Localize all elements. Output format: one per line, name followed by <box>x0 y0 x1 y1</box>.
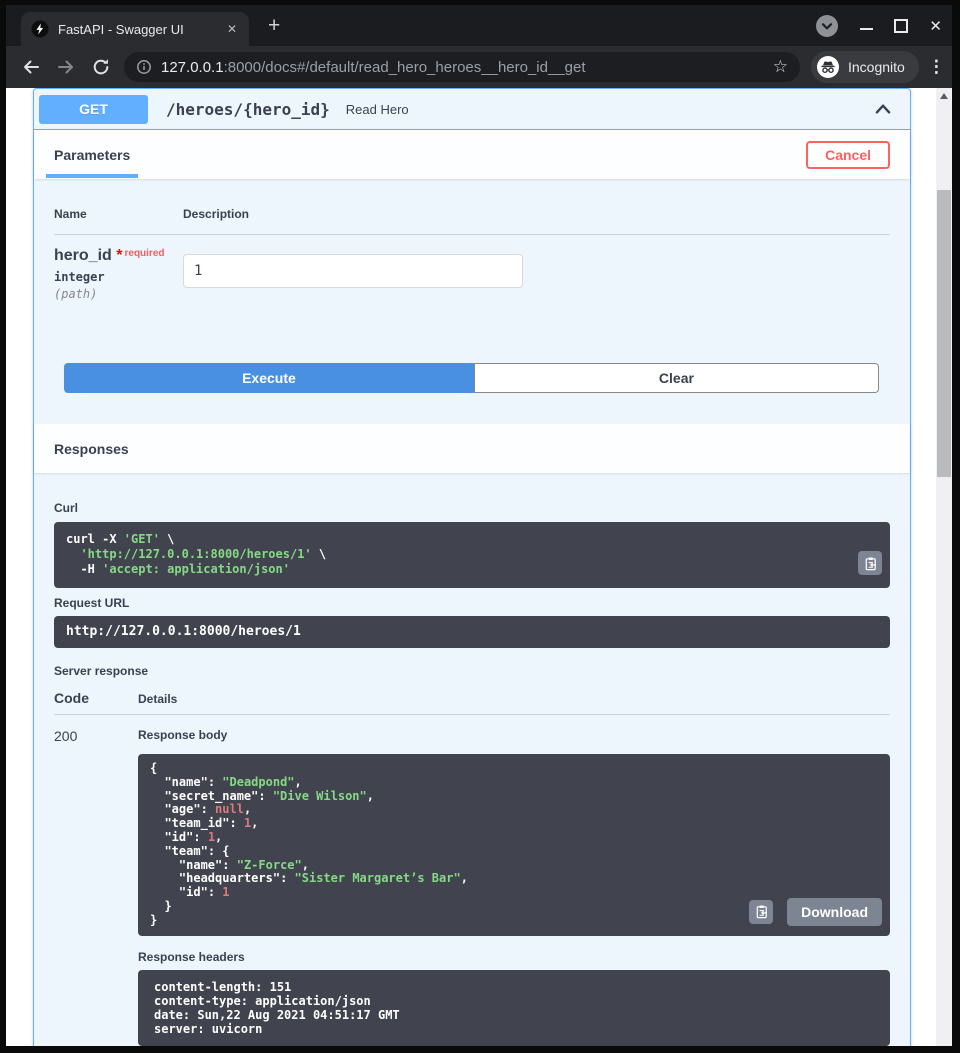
incognito-icon <box>816 55 840 79</box>
scrollbar-thumb[interactable] <box>937 190 951 477</box>
tab-close-icon[interactable]: ✕ <box>225 22 239 36</box>
maximize-icon[interactable] <box>894 19 908 33</box>
response-headers-label: Response headers <box>138 950 890 964</box>
tab-title: FastAPI - Swagger UI <box>58 22 225 37</box>
server-response-row: 200 Response body { "name": "Deadpond", … <box>54 715 890 1046</box>
collapse-chevron-icon[interactable] <box>872 98 894 120</box>
minimize-icon[interactable] <box>860 28 873 30</box>
column-header-details: Details <box>138 692 177 706</box>
parameter-type: integer <box>54 270 183 284</box>
required-label: required <box>124 248 164 259</box>
request-url-value: http://127.0.0.1:8000/heroes/1 <box>54 616 890 648</box>
column-header-description: Description <box>183 207 249 221</box>
parameter-name-cell: hero_id *required integer (path) <box>54 247 183 301</box>
url-bar[interactable]: 127.0.0.1:8000/docs#/default/read_hero_h… <box>124 52 800 82</box>
browser-update-icon[interactable] <box>815 14 839 38</box>
incognito-badge: Incognito <box>811 51 919 83</box>
column-header-name: Name <box>54 207 183 221</box>
endpoint-path: /heroes/{hero_id} <box>166 100 330 119</box>
responses-title: Responses <box>54 441 129 457</box>
execute-button[interactable]: Execute <box>64 363 474 393</box>
response-body-actions: Download <box>749 898 882 926</box>
page-scrollbar[interactable] <box>936 88 952 1046</box>
fastapi-favicon-icon <box>31 20 49 38</box>
opblock-summary[interactable]: GET /heroes/{hero_id} Read Hero <box>34 89 910 130</box>
curl-command: curl -X 'GET' \ 'http://127.0.0.1:8000/h… <box>54 522 890 588</box>
parameters-table-head: Name Description <box>54 179 890 235</box>
window-controls: ✕ <box>815 14 942 38</box>
browser-menu-icon[interactable]: ⋮ <box>928 57 945 77</box>
curl-label: Curl <box>54 501 890 515</box>
request-url-label: Request URL <box>54 596 890 610</box>
window-close-icon[interactable]: ✕ <box>929 17 942 35</box>
responses-inner: Curl curl -X 'GET' \ 'http://127.0.0.1:8… <box>34 473 910 1046</box>
clear-button[interactable]: Clear <box>474 363 879 393</box>
response-details-cell: Response body { "name": "Deadpond", "sec… <box>138 728 890 1046</box>
new-tab-icon[interactable]: + <box>268 14 280 38</box>
hero-id-input[interactable] <box>183 254 523 288</box>
download-button[interactable]: Download <box>787 898 882 926</box>
parameter-description-cell <box>183 247 523 301</box>
browser-toolbar: 127.0.0.1:8000/docs#/default/read_hero_h… <box>6 46 952 88</box>
server-response-label: Server response <box>54 664 890 678</box>
parameters-section-header: Parameters Cancel <box>34 130 910 179</box>
responses-section-header: Responses <box>34 424 910 473</box>
status-code: 200 <box>54 728 138 1046</box>
incognito-label: Incognito <box>848 59 905 75</box>
url-text: 127.0.0.1:8000/docs#/default/read_hero_h… <box>161 59 765 76</box>
reload-icon[interactable] <box>91 57 111 77</box>
swagger-page: GET /heroes/{hero_id} Read Hero Paramete… <box>6 88 936 1046</box>
required-star: * <box>116 247 122 264</box>
column-header-code: Code <box>54 690 138 706</box>
cancel-button[interactable]: Cancel <box>806 141 890 169</box>
copy-curl-icon[interactable] <box>858 551 882 575</box>
parameters-tab-underline <box>46 174 138 178</box>
parameter-location: (path) <box>54 287 183 301</box>
endpoint-summary: Read Hero <box>346 102 409 117</box>
browser-tab[interactable]: FastAPI - Swagger UI ✕ <box>21 12 249 46</box>
url-host: 127.0.0.1 <box>161 59 224 76</box>
scroll-up-icon[interactable] <box>940 93 948 99</box>
execute-button-group: Execute Clear <box>64 363 879 393</box>
http-method-badge: GET <box>39 95 148 124</box>
parameter-row: hero_id *required integer (path) <box>54 235 890 301</box>
copy-response-icon[interactable] <box>749 900 773 924</box>
back-icon[interactable] <box>21 57 41 77</box>
forward-icon[interactable] <box>56 57 76 77</box>
bookmark-star-icon[interactable]: ☆ <box>773 57 788 77</box>
opblock-get-heroes: GET /heroes/{hero_id} Read Hero Paramete… <box>33 88 911 1046</box>
response-body: { "name": "Deadpond", "secret_name": "Di… <box>138 754 890 936</box>
page-info-icon[interactable] <box>136 59 152 75</box>
parameter-name: hero_id *required <box>54 247 183 265</box>
server-response-table-head: Code Details <box>54 690 890 715</box>
browser-window: FastAPI - Swagger UI ✕ + ✕ 127.0.0.1: <box>0 0 960 1053</box>
response-body-label: Response body <box>138 728 890 742</box>
url-path: :8000/docs#/default/read_hero_heroes__he… <box>224 59 586 76</box>
parameters-table: Name Description hero_id *required integ… <box>54 179 890 301</box>
parameters-title: Parameters <box>54 147 130 163</box>
tab-bar: FastAPI - Swagger UI ✕ + ✕ <box>6 5 952 46</box>
response-headers: content-length: 151 content-type: applic… <box>138 970 890 1046</box>
